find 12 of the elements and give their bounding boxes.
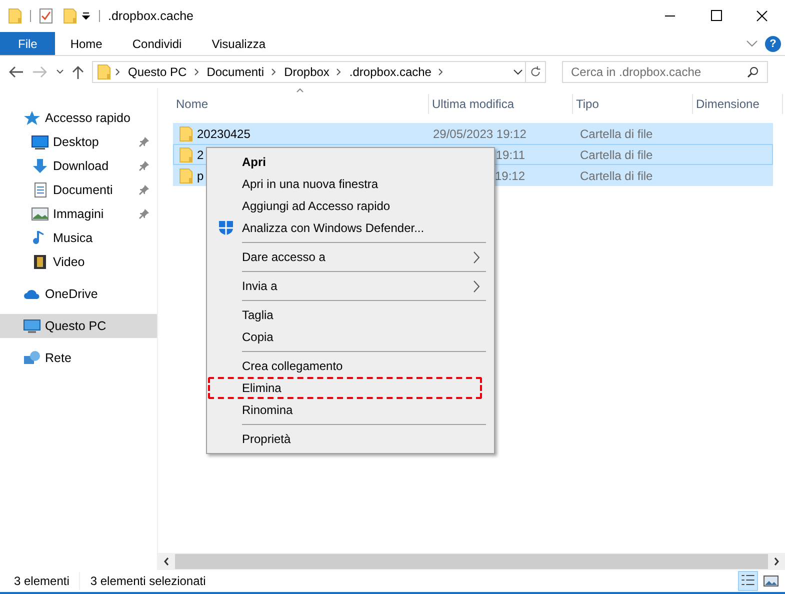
table-cell-text: 19:12 xyxy=(494,168,525,184)
table-cell-text: 2 xyxy=(197,146,204,164)
window-title: .dropbox.cache xyxy=(108,8,194,25)
table-cell: Cartella di file xyxy=(580,168,653,182)
status-text: 3 elementi selezionati xyxy=(89,573,206,590)
table-cell-text: 20230425 xyxy=(197,126,250,142)
table-cell: Cartella di file xyxy=(580,126,653,140)
table-cell: Cartella di file xyxy=(580,148,653,162)
table-cell-text: 19:11 xyxy=(494,146,525,164)
status-text: 3 elementi xyxy=(14,572,80,590)
table-cell-text: 29/05/2023 19:12 xyxy=(433,126,525,142)
table-cell-text: p xyxy=(197,168,204,184)
